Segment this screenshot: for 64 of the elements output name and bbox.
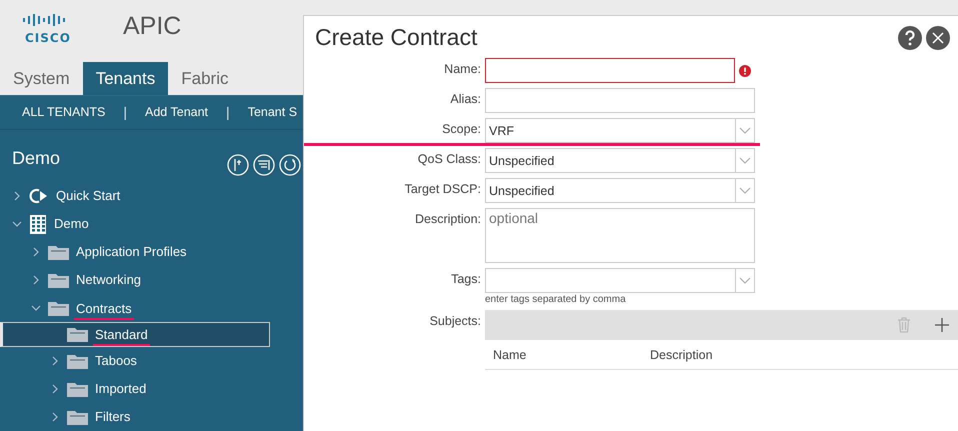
folder-icon: [48, 272, 69, 288]
folder-icon: [48, 300, 69, 316]
chevron-down-icon[interactable]: [31, 303, 41, 313]
dropdown-field[interactable]: VRF: [485, 118, 755, 143]
tree-item[interactable]: Filters: [0, 408, 132, 426]
dropdown-field[interactable]: [485, 268, 755, 293]
play-icon: [29, 188, 49, 204]
column-header[interactable]: Description: [650, 348, 807, 362]
help-icon[interactable]: [898, 26, 922, 50]
field-label: Subjects:: [428, 313, 482, 330]
chevron-down-icon[interactable]: [739, 186, 751, 194]
subnav-link[interactable]: Add Tenant: [145, 105, 208, 120]
field-label: Name:: [443, 61, 482, 78]
field-hint: enter tags separated by comma: [485, 294, 627, 305]
building-icon: [29, 214, 47, 234]
chevron-down-icon[interactable]: [739, 126, 751, 134]
nav-tab[interactable]: Fabric: [168, 62, 242, 95]
subnav-link[interactable]: Tenant S: [248, 105, 298, 120]
separator: |: [225, 104, 231, 120]
nav-tab[interactable]: Tenants: [82, 62, 168, 95]
tree-item[interactable]: Application Profiles: [0, 244, 189, 260]
plus-icon[interactable]: [935, 318, 949, 332]
chevron-right-icon[interactable]: [12, 191, 22, 201]
subnav-link[interactable]: ALL TENANTS: [22, 105, 106, 120]
filter-icon[interactable]: [253, 154, 275, 176]
field-label: Scope:: [441, 121, 482, 138]
chevron-right-icon[interactable]: [31, 247, 41, 257]
nav-tab[interactable]: System: [0, 62, 83, 95]
app-name: APIC: [123, 12, 182, 41]
chevron-down-icon[interactable]: [739, 276, 751, 284]
dropdown-field[interactable]: Unspecified: [485, 178, 755, 203]
tree-item[interactable]: Networking: [0, 272, 144, 288]
field-label: Alias:: [449, 91, 482, 108]
description-field[interactable]: optional: [485, 208, 755, 263]
panel-title: Demo: [12, 148, 60, 168]
chevron-right-icon[interactable]: [50, 412, 60, 422]
tree-item[interactable]: Quick Start: [0, 188, 122, 204]
tree-item[interactable]: Imported: [0, 380, 148, 398]
folder-icon: [67, 382, 88, 396]
chevron-right-icon[interactable]: [31, 275, 41, 285]
chevron-down-icon[interactable]: [739, 156, 751, 164]
folder-icon: [67, 327, 88, 342]
folder-icon: [67, 410, 88, 424]
refresh-icon[interactable]: [279, 154, 301, 176]
chevron-right-icon[interactable]: [50, 384, 60, 394]
logo: CISCO: [25, 31, 71, 45]
error-icon: [739, 64, 751, 76]
dropdown-field[interactable]: Unspecified: [485, 148, 755, 173]
chevron-right-icon[interactable]: [50, 356, 60, 366]
tree-item[interactable]: Demo: [0, 214, 91, 234]
folder-icon: [48, 244, 69, 260]
cisco-bars-icon: [22, 13, 66, 27]
field-label: QoS Class:: [416, 151, 482, 168]
field-label: Tags:: [450, 271, 482, 288]
field-label: Target DSCP:: [404, 181, 482, 198]
tree-item[interactable]: Taboos: [0, 352, 139, 370]
folder-icon: [67, 354, 88, 368]
text-field[interactable]: [485, 58, 735, 83]
close-icon[interactable]: [926, 26, 950, 50]
column-header[interactable]: Name: [493, 348, 650, 362]
dialog-title: Create Contract: [315, 24, 478, 51]
chevron-down-icon[interactable]: [12, 219, 22, 229]
separator: |: [122, 104, 128, 120]
field-label: Description:: [414, 211, 482, 228]
